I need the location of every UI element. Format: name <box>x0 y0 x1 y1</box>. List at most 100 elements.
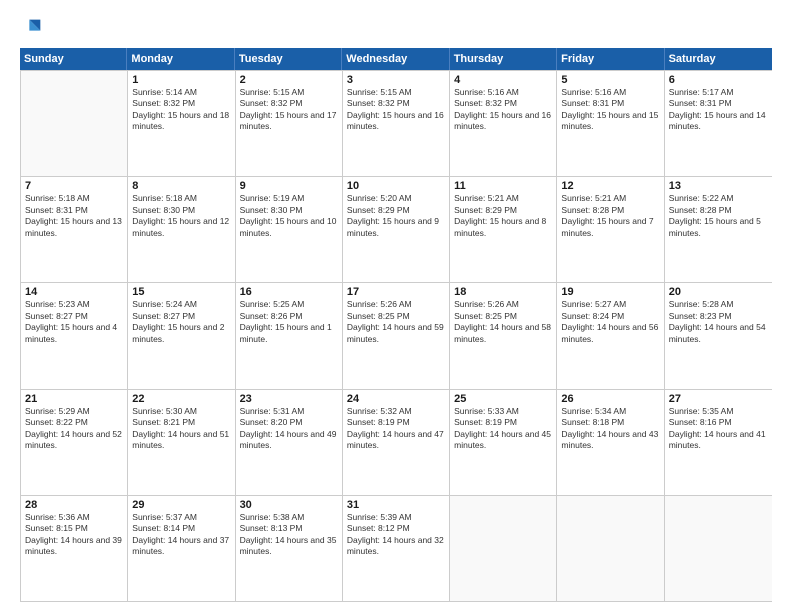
day-number: 2 <box>240 74 338 86</box>
day-number: 8 <box>132 180 230 192</box>
day-number: 11 <box>454 180 552 192</box>
calendar-cell <box>557 496 664 601</box>
calendar-cell: 26Sunrise: 5:34 AM Sunset: 8:18 PM Dayli… <box>557 390 664 495</box>
calendar-cell <box>665 496 772 601</box>
cell-info: Sunrise: 5:27 AM Sunset: 8:24 PM Dayligh… <box>561 299 659 345</box>
cell-info: Sunrise: 5:34 AM Sunset: 8:18 PM Dayligh… <box>561 406 659 452</box>
logo <box>20 16 44 38</box>
calendar-cell: 9Sunrise: 5:19 AM Sunset: 8:30 PM Daylig… <box>236 177 343 282</box>
cell-info: Sunrise: 5:26 AM Sunset: 8:25 PM Dayligh… <box>347 299 445 345</box>
page: SundayMondayTuesdayWednesdayThursdayFrid… <box>0 0 792 612</box>
calendar-cell: 27Sunrise: 5:35 AM Sunset: 8:16 PM Dayli… <box>665 390 772 495</box>
day-number: 29 <box>132 499 230 511</box>
day-number: 7 <box>25 180 123 192</box>
day-number: 3 <box>347 74 445 86</box>
calendar-cell: 29Sunrise: 5:37 AM Sunset: 8:14 PM Dayli… <box>128 496 235 601</box>
calendar-cell: 13Sunrise: 5:22 AM Sunset: 8:28 PM Dayli… <box>665 177 772 282</box>
calendar-row-4: 28Sunrise: 5:36 AM Sunset: 8:15 PM Dayli… <box>21 495 772 601</box>
calendar-cell: 4Sunrise: 5:16 AM Sunset: 8:32 PM Daylig… <box>450 71 557 176</box>
day-number: 10 <box>347 180 445 192</box>
cell-info: Sunrise: 5:38 AM Sunset: 8:13 PM Dayligh… <box>240 512 338 558</box>
calendar-cell: 1Sunrise: 5:14 AM Sunset: 8:32 PM Daylig… <box>128 71 235 176</box>
calendar: SundayMondayTuesdayWednesdayThursdayFrid… <box>20 48 772 602</box>
calendar-cell: 2Sunrise: 5:15 AM Sunset: 8:32 PM Daylig… <box>236 71 343 176</box>
cell-info: Sunrise: 5:26 AM Sunset: 8:25 PM Dayligh… <box>454 299 552 345</box>
cell-info: Sunrise: 5:21 AM Sunset: 8:29 PM Dayligh… <box>454 193 552 239</box>
cell-info: Sunrise: 5:16 AM Sunset: 8:32 PM Dayligh… <box>454 87 552 133</box>
calendar-cell: 17Sunrise: 5:26 AM Sunset: 8:25 PM Dayli… <box>343 283 450 388</box>
day-number: 22 <box>132 393 230 405</box>
cell-info: Sunrise: 5:25 AM Sunset: 8:26 PM Dayligh… <box>240 299 338 345</box>
header-day-friday: Friday <box>557 48 664 70</box>
calendar-cell: 22Sunrise: 5:30 AM Sunset: 8:21 PM Dayli… <box>128 390 235 495</box>
calendar-row-3: 21Sunrise: 5:29 AM Sunset: 8:22 PM Dayli… <box>21 389 772 495</box>
calendar-cell: 10Sunrise: 5:20 AM Sunset: 8:29 PM Dayli… <box>343 177 450 282</box>
day-number: 20 <box>669 286 768 298</box>
cell-info: Sunrise: 5:30 AM Sunset: 8:21 PM Dayligh… <box>132 406 230 452</box>
day-number: 30 <box>240 499 338 511</box>
cell-info: Sunrise: 5:32 AM Sunset: 8:19 PM Dayligh… <box>347 406 445 452</box>
header-day-monday: Monday <box>127 48 234 70</box>
cell-info: Sunrise: 5:16 AM Sunset: 8:31 PM Dayligh… <box>561 87 659 133</box>
cell-info: Sunrise: 5:31 AM Sunset: 8:20 PM Dayligh… <box>240 406 338 452</box>
cell-info: Sunrise: 5:22 AM Sunset: 8:28 PM Dayligh… <box>669 193 768 239</box>
cell-info: Sunrise: 5:20 AM Sunset: 8:29 PM Dayligh… <box>347 193 445 239</box>
calendar-cell: 11Sunrise: 5:21 AM Sunset: 8:29 PM Dayli… <box>450 177 557 282</box>
calendar-cell: 21Sunrise: 5:29 AM Sunset: 8:22 PM Dayli… <box>21 390 128 495</box>
cell-info: Sunrise: 5:36 AM Sunset: 8:15 PM Dayligh… <box>25 512 123 558</box>
day-number: 14 <box>25 286 123 298</box>
calendar-cell: 19Sunrise: 5:27 AM Sunset: 8:24 PM Dayli… <box>557 283 664 388</box>
logo-icon <box>22 16 44 38</box>
calendar-row-1: 7Sunrise: 5:18 AM Sunset: 8:31 PM Daylig… <box>21 176 772 282</box>
day-number: 13 <box>669 180 768 192</box>
calendar-cell: 8Sunrise: 5:18 AM Sunset: 8:30 PM Daylig… <box>128 177 235 282</box>
calendar-row-0: 1Sunrise: 5:14 AM Sunset: 8:32 PM Daylig… <box>21 70 772 176</box>
calendar-cell: 7Sunrise: 5:18 AM Sunset: 8:31 PM Daylig… <box>21 177 128 282</box>
calendar-cell <box>21 71 128 176</box>
cell-info: Sunrise: 5:21 AM Sunset: 8:28 PM Dayligh… <box>561 193 659 239</box>
cell-info: Sunrise: 5:19 AM Sunset: 8:30 PM Dayligh… <box>240 193 338 239</box>
calendar-cell: 23Sunrise: 5:31 AM Sunset: 8:20 PM Dayli… <box>236 390 343 495</box>
cell-info: Sunrise: 5:15 AM Sunset: 8:32 PM Dayligh… <box>240 87 338 133</box>
calendar-cell: 6Sunrise: 5:17 AM Sunset: 8:31 PM Daylig… <box>665 71 772 176</box>
calendar-cell: 3Sunrise: 5:15 AM Sunset: 8:32 PM Daylig… <box>343 71 450 176</box>
cell-info: Sunrise: 5:35 AM Sunset: 8:16 PM Dayligh… <box>669 406 768 452</box>
calendar-cell: 31Sunrise: 5:39 AM Sunset: 8:12 PM Dayli… <box>343 496 450 601</box>
calendar-cell: 15Sunrise: 5:24 AM Sunset: 8:27 PM Dayli… <box>128 283 235 388</box>
day-number: 27 <box>669 393 768 405</box>
cell-info: Sunrise: 5:39 AM Sunset: 8:12 PM Dayligh… <box>347 512 445 558</box>
cell-info: Sunrise: 5:17 AM Sunset: 8:31 PM Dayligh… <box>669 87 768 133</box>
day-number: 23 <box>240 393 338 405</box>
cell-info: Sunrise: 5:23 AM Sunset: 8:27 PM Dayligh… <box>25 299 123 345</box>
day-number: 21 <box>25 393 123 405</box>
calendar-cell: 30Sunrise: 5:38 AM Sunset: 8:13 PM Dayli… <box>236 496 343 601</box>
calendar-cell: 20Sunrise: 5:28 AM Sunset: 8:23 PM Dayli… <box>665 283 772 388</box>
cell-info: Sunrise: 5:33 AM Sunset: 8:19 PM Dayligh… <box>454 406 552 452</box>
header-day-thursday: Thursday <box>450 48 557 70</box>
calendar-cell: 5Sunrise: 5:16 AM Sunset: 8:31 PM Daylig… <box>557 71 664 176</box>
calendar-cell: 28Sunrise: 5:36 AM Sunset: 8:15 PM Dayli… <box>21 496 128 601</box>
cell-info: Sunrise: 5:37 AM Sunset: 8:14 PM Dayligh… <box>132 512 230 558</box>
cell-info: Sunrise: 5:29 AM Sunset: 8:22 PM Dayligh… <box>25 406 123 452</box>
day-number: 6 <box>669 74 768 86</box>
day-number: 17 <box>347 286 445 298</box>
calendar-row-2: 14Sunrise: 5:23 AM Sunset: 8:27 PM Dayli… <box>21 282 772 388</box>
cell-info: Sunrise: 5:15 AM Sunset: 8:32 PM Dayligh… <box>347 87 445 133</box>
day-number: 15 <box>132 286 230 298</box>
cell-info: Sunrise: 5:18 AM Sunset: 8:31 PM Dayligh… <box>25 193 123 239</box>
calendar-cell: 24Sunrise: 5:32 AM Sunset: 8:19 PM Dayli… <box>343 390 450 495</box>
day-number: 31 <box>347 499 445 511</box>
calendar-cell: 16Sunrise: 5:25 AM Sunset: 8:26 PM Dayli… <box>236 283 343 388</box>
day-number: 16 <box>240 286 338 298</box>
day-number: 5 <box>561 74 659 86</box>
header-day-sunday: Sunday <box>20 48 127 70</box>
header-day-wednesday: Wednesday <box>342 48 449 70</box>
cell-info: Sunrise: 5:14 AM Sunset: 8:32 PM Dayligh… <box>132 87 230 133</box>
cell-info: Sunrise: 5:18 AM Sunset: 8:30 PM Dayligh… <box>132 193 230 239</box>
header-day-saturday: Saturday <box>665 48 772 70</box>
day-number: 9 <box>240 180 338 192</box>
calendar-cell: 25Sunrise: 5:33 AM Sunset: 8:19 PM Dayli… <box>450 390 557 495</box>
day-number: 12 <box>561 180 659 192</box>
cell-info: Sunrise: 5:28 AM Sunset: 8:23 PM Dayligh… <box>669 299 768 345</box>
day-number: 26 <box>561 393 659 405</box>
